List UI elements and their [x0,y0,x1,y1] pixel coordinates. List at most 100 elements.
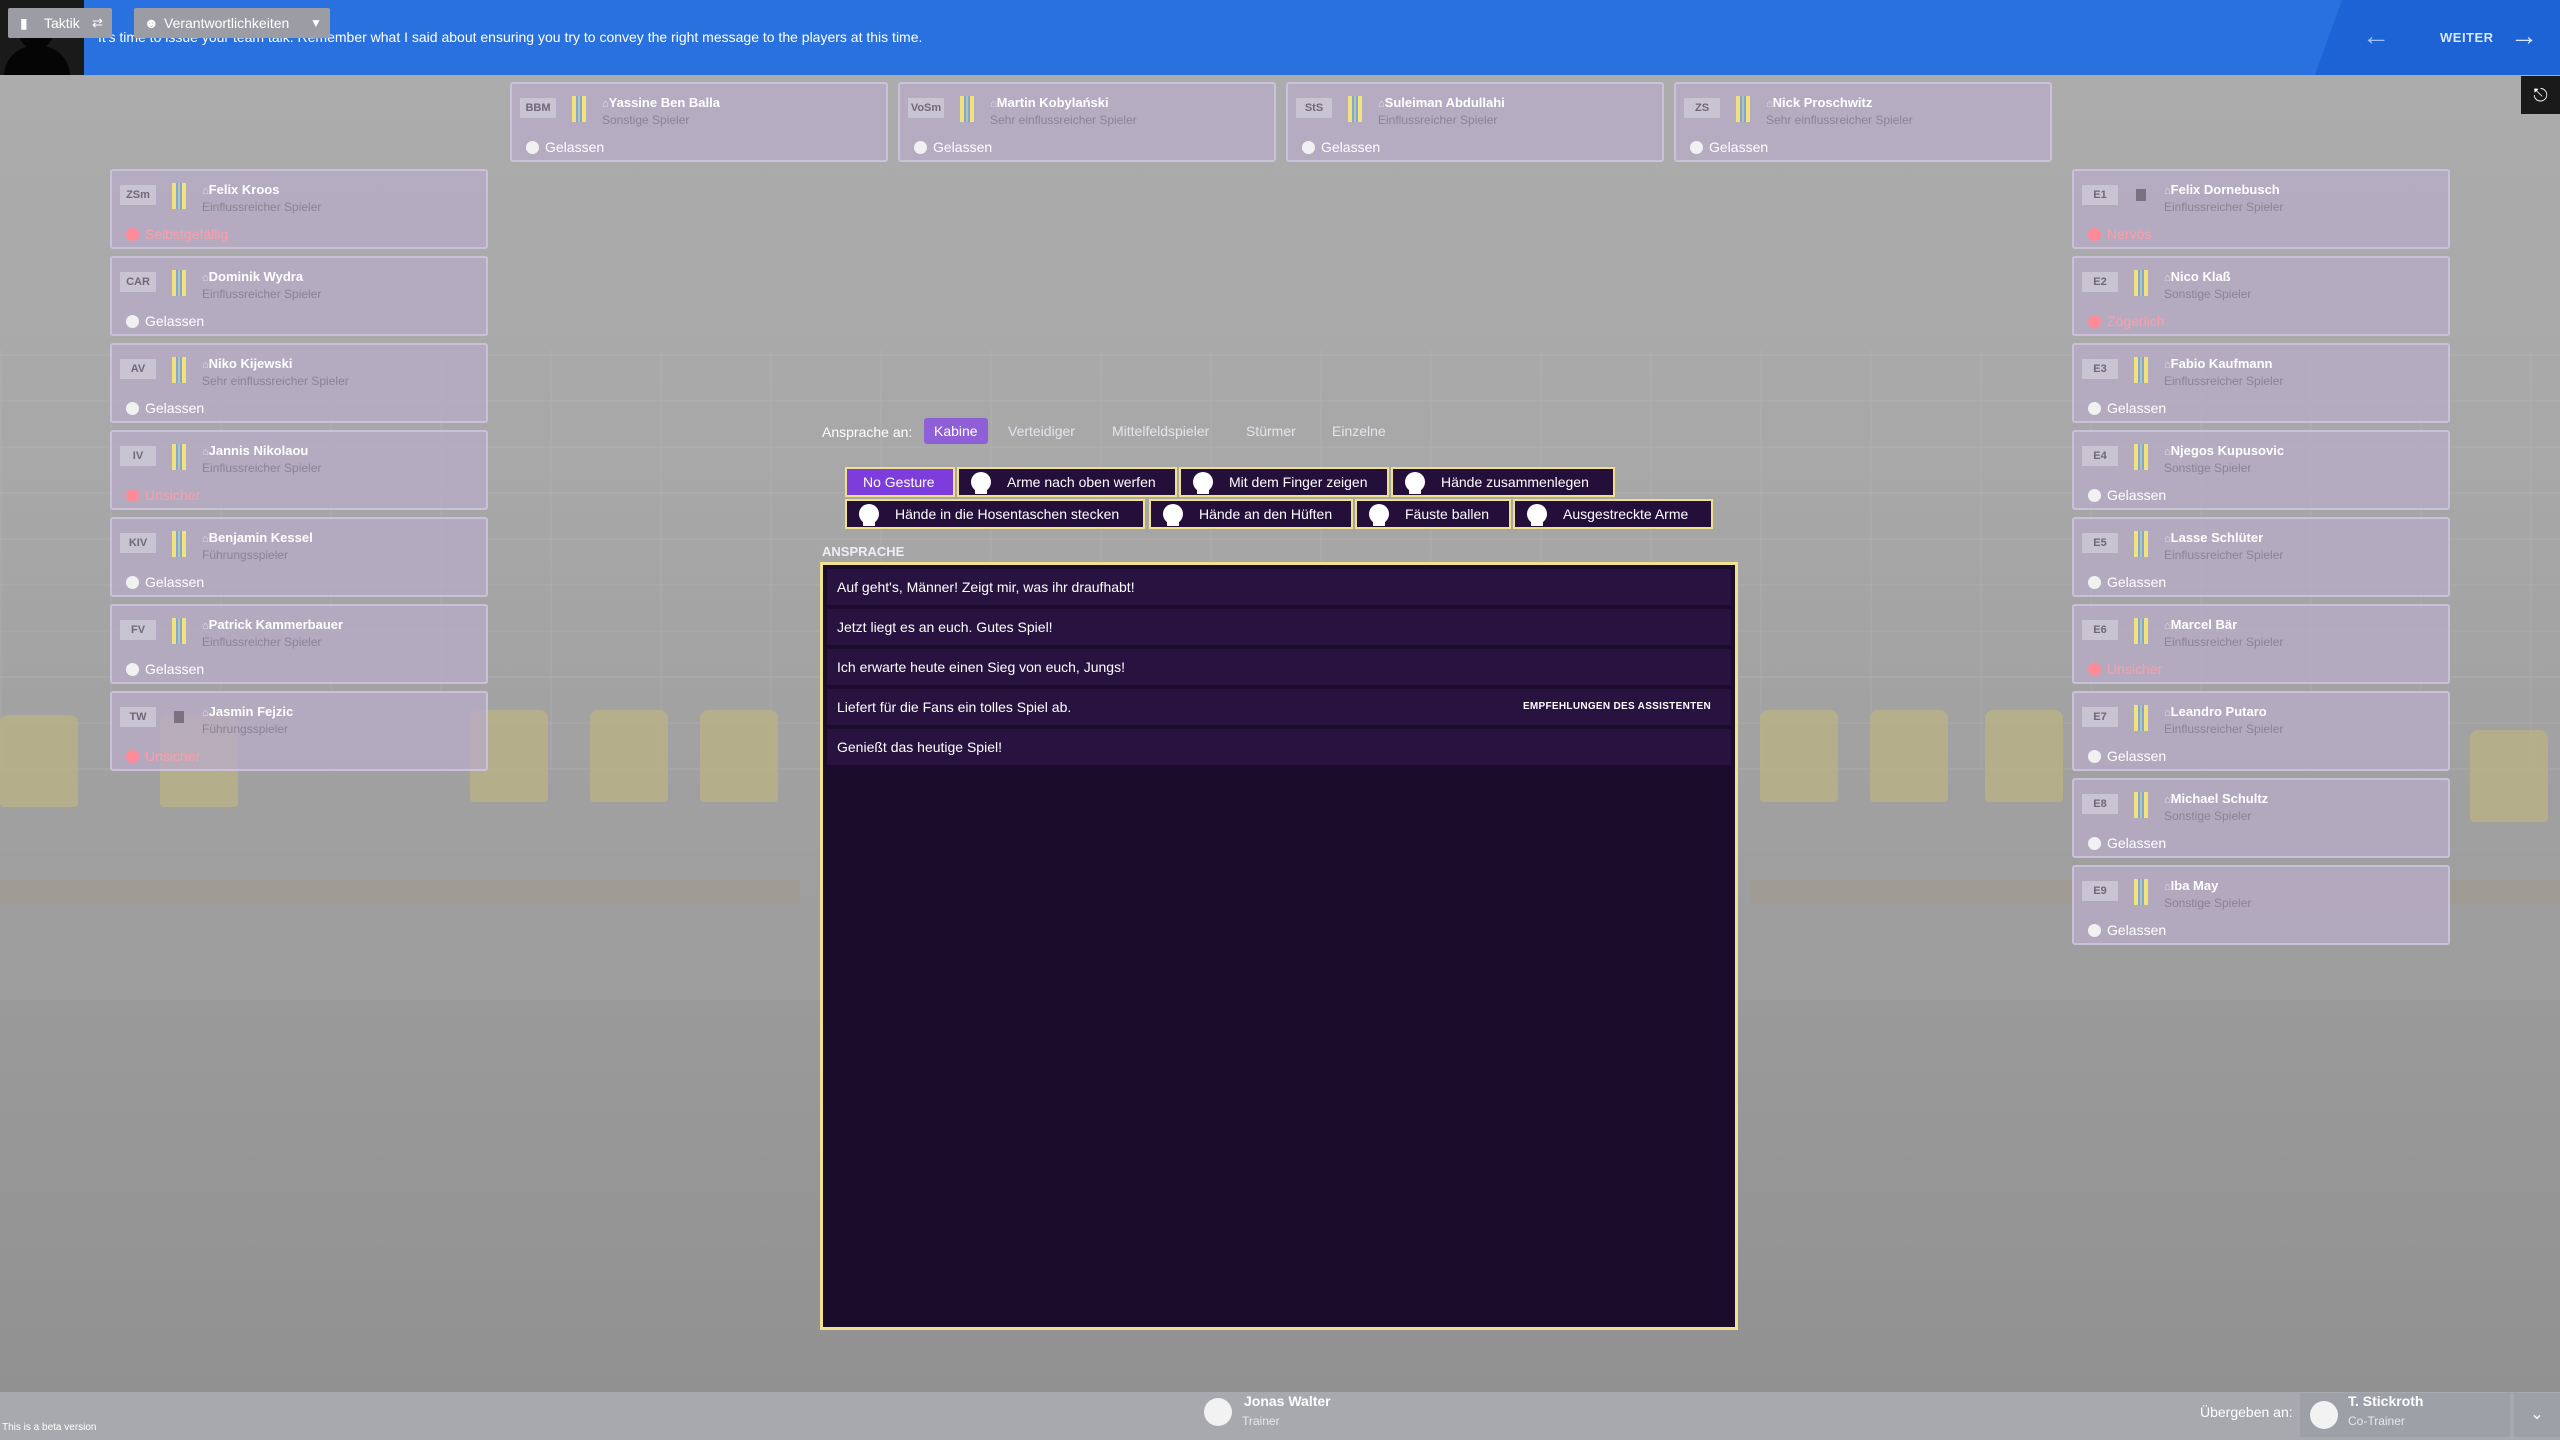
mood-face-icon [2088,576,2101,589]
mood-face-icon [126,750,139,763]
talk-options-panel: Auf geht's, Männer! Zeigt mir, was ihr d… [820,562,1738,1330]
tab-einzelne[interactable]: Einzelne [1322,418,1396,444]
player-card[interactable]: E4 Njegos Kupusovic Sonstige Spieler Gelass… [2072,430,2450,510]
player-card[interactable]: E7 Leandro Putaro Einflussreicher Spieler G… [2072,691,2450,771]
player-name[interactable]: Jannis Nikolaou [202,443,309,458]
player-card[interactable]: FV Patrick Kammerbauer Einflussreicher Spi… [110,604,488,684]
player-name[interactable]: Jasmin Fejzic [202,704,294,719]
player-card[interactable]: E3 Fabio Kaufmann Einflussreicher Spieler G… [2072,343,2450,423]
player-card[interactable]: E2 Nico Klaß Sonstige Spieler Zögerlich [2072,256,2450,336]
gesture-point-finger-button[interactable]: Mit dem Finger zeigen [1179,467,1389,497]
gesture-person-icon [1369,504,1389,526]
gesture-person-icon [971,472,991,494]
player-name[interactable]: Fabio Kaufmann [2164,356,2273,371]
player-name[interactable]: Felix Dornebusch [2164,182,2280,197]
talk-option[interactable]: Auf geht's, Männer! Zeigt mir, was ihr d… [827,569,1731,605]
gesture-hands-hips-button[interactable]: Hände an den Hüften [1149,499,1353,529]
player-name[interactable]: Felix Kroos [202,182,280,197]
kit-icon [1348,96,1362,122]
player-card[interactable]: StS Suleiman Abdullahi Einflussreicher Spi… [1286,82,1664,162]
handover-select[interactable]: T. Stickroth Co-Trainer [2300,1393,2510,1437]
player-name[interactable]: Benjamin Kessel [202,530,313,545]
mood-face-icon [2088,489,2101,502]
player-card[interactable]: E1 Felix Dornebusch Einflussreicher Spiele… [2072,169,2450,249]
player-name[interactable]: Lasse Schlüter [2164,530,2264,545]
player-card[interactable]: E8 Michael Schultz Sonstige Spieler Gelasse… [2072,778,2450,858]
player-card[interactable]: E5 Lasse Schlüter Einflussreicher Spieler G… [2072,517,2450,597]
gesture-person-icon [859,504,879,526]
kit-icon [2134,618,2148,644]
player-mood: Gelassen [914,139,992,155]
kit-icon [2134,879,2148,905]
player-role: Sonstige Spieler [2164,896,2252,910]
gesture-hands-pockets-button[interactable]: Hände in die Hosentaschen stecken [845,499,1145,529]
arrow-right-icon[interactable]: → [2510,20,2538,52]
player-card[interactable]: TW Jasmin Fejzic FührungsspielerUnsicher [110,691,488,771]
gesture-arms-up-button[interactable]: Arme nach oben werfen [957,467,1177,497]
player-name[interactable]: Michael Schultz [2164,791,2269,806]
gesture-hands-together-button[interactable]: Hände zusammenlegen [1391,467,1615,497]
swap-icon: ⇄ [92,15,103,30]
position-badge: ZSm [120,185,156,205]
player-role: Sehr einflussreicher Spieler [990,113,1137,127]
player-mood: Unsicher [2088,661,2162,677]
player-role: Sonstige Spieler [602,113,690,127]
player-name[interactable]: Martin Kobylański [990,95,1109,110]
continue-button[interactable]: WEITER [2440,30,2494,45]
player-card[interactable]: CAR Dominik Wydra Einflussreicher Spieler G… [110,256,488,336]
position-badge: CAR [120,272,156,292]
tab-mittelfeldspieler[interactable]: Mittelfeldspieler [1102,418,1219,444]
gesture-person-icon [1163,504,1183,526]
tactics-icon: ▮ [20,15,28,31]
player-name[interactable]: Niko Kijewski [202,356,293,371]
chevron-down-icon[interactable]: ⌄ [2514,1393,2560,1437]
player-name[interactable]: Nico Klaß [2164,269,2231,284]
talk-option[interactable]: Ich erwarte heute einen Sieg von euch, J… [827,649,1731,685]
gesture-fists-button[interactable]: Fäuste ballen [1355,499,1511,529]
exit-icon[interactable]: ⎋ [2521,76,2560,114]
mood-face-icon [2088,837,2101,850]
manager-avatar [1204,1398,1232,1426]
kit-icon [172,531,186,557]
player-role: Sonstige Spieler [2164,287,2252,301]
player-card[interactable]: BBM Yassine Ben Balla Sonstige Spieler Gela… [510,82,888,162]
tactics-button[interactable]: ▮ Taktik ⇄ [8,8,112,38]
player-mood: Gelassen [126,574,204,590]
position-badge: BBM [520,98,556,118]
talk-section-label: ANSPRACHE [822,544,905,559]
player-name[interactable]: Dominik Wydra [202,269,303,284]
arrow-left-icon[interactable]: ← [2362,20,2390,52]
position-badge: E7 [2082,707,2118,727]
talk-option[interactable]: Jetzt liegt es an euch. Gutes Spiel! [827,609,1731,645]
player-name[interactable]: Yassine Ben Balla [602,95,720,110]
player-card[interactable]: ZS Nick Proschwitz Sehr einflussreicher Sp… [1674,82,2052,162]
player-card[interactable]: KIV Benjamin Kessel Führungsspieler Gelasse… [110,517,488,597]
tab-stuermer[interactable]: Stürmer [1236,418,1306,444]
responsibilities-button[interactable]: ☻ Verantwortlichkeiten ▼ [134,8,330,38]
player-name[interactable]: Suleiman Abdullahi [1378,95,1505,110]
gesture-outstretched-arms-button[interactable]: Ausgestreckte Arme [1513,499,1713,529]
talk-option[interactable]: Genießt das heutige Spiel! [827,729,1731,765]
player-card[interactable]: E6 Marcel Bär Einflussreicher SpielerUnsic… [2072,604,2450,684]
player-card[interactable]: E9 Iba May Sonstige Spieler Gelassen [2072,865,2450,945]
position-badge: KIV [120,533,156,553]
player-name[interactable]: Patrick Kammerbauer [202,617,343,632]
player-card[interactable]: AV Niko Kijewski Sehr einflussreicher Spie… [110,343,488,423]
player-name[interactable]: Iba May [2164,878,2219,893]
player-name[interactable]: Nick Proschwitz [1766,95,1873,110]
tab-kabine[interactable]: Kabine [924,418,988,444]
player-card[interactable]: VoSm Martin Kobylański Sehr einflussreiche… [898,82,1276,162]
tab-verteidiger[interactable]: Verteidiger [998,418,1085,444]
player-name[interactable]: Leandro Putaro [2164,704,2267,719]
player-role: Einflussreicher Spieler [2164,722,2284,736]
mood-face-icon [2088,750,2101,763]
manager-name[interactable]: Jonas Walter [1244,1393,1331,1409]
player-name[interactable]: Marcel Bär [2164,617,2237,632]
player-name[interactable]: Njegos Kupusovic [2164,443,2284,458]
mood-face-icon [2088,924,2101,937]
mood-face-icon [126,663,139,676]
talk-option[interactable]: Liefert für die Fans ein tolles Spiel ab… [827,689,1731,725]
player-card[interactable]: ZSm Felix Kroos Einflussreicher Spieler Sel… [110,169,488,249]
gesture-no-gesture-button[interactable]: No Gesture [845,467,955,497]
player-card[interactable]: IV Jannis Nikolaou Einflussreicher Spieler… [110,430,488,510]
